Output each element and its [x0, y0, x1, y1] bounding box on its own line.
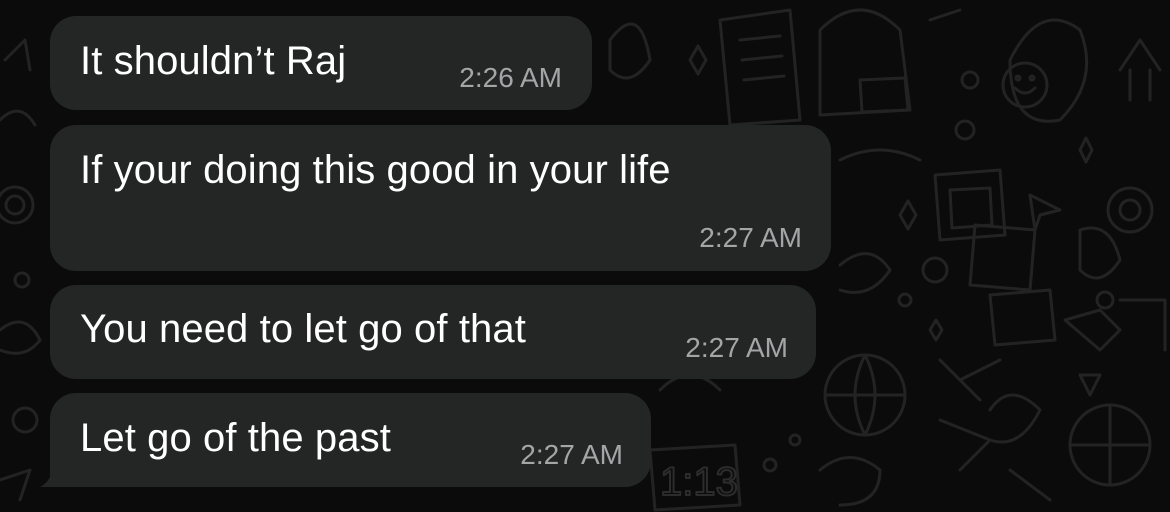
message-timestamp: 2:26 AM	[459, 62, 562, 93]
message-text: Let go of the past	[80, 416, 391, 460]
background-clock-text: 1:13	[660, 460, 738, 504]
message-timestamp: 2:27 AM	[699, 222, 802, 253]
message-text: You need to let go of that	[80, 307, 526, 351]
message-text: If your doing this good in your life	[80, 148, 671, 192]
message-text: It shouldn’t Raj	[80, 39, 347, 83]
message-tail	[40, 455, 74, 487]
message-timestamp: 2:27 AM	[520, 439, 623, 470]
message-bubble-2[interactable]: If your doing this good in your life 2:2…	[50, 125, 831, 271]
message-timestamp: 2:27 AM	[685, 332, 788, 363]
message-bubble-4[interactable]: Let go of the past 2:27 AM	[50, 393, 651, 487]
chat-view[interactable]: 1:13 It shouldn’t Raj 2:26 AM If your do…	[0, 0, 1170, 512]
message-bubble-1[interactable]: It shouldn’t Raj 2:26 AM	[50, 16, 592, 110]
message-bubble-3[interactable]: You need to let go of that 2:27 AM	[50, 285, 816, 379]
